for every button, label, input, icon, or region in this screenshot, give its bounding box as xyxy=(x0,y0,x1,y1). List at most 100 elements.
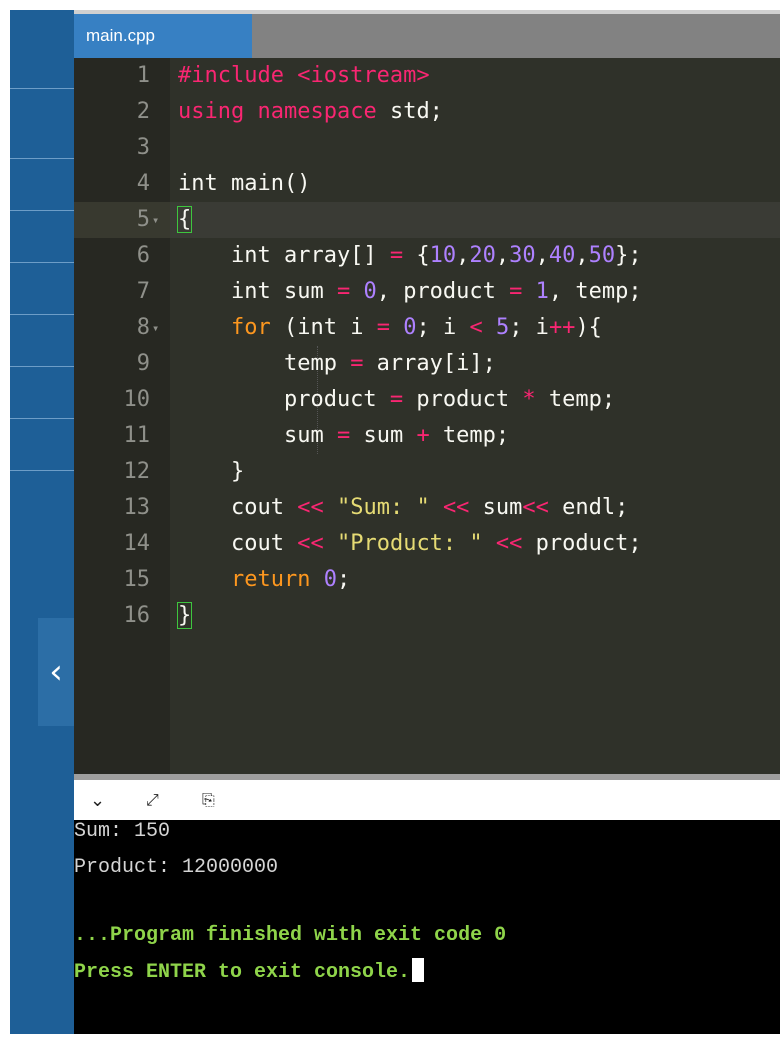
code-token: + xyxy=(416,423,430,448)
code-token: "Sum: " xyxy=(336,495,430,520)
code-line[interactable]: 1 #include <iostream> xyxy=(74,58,780,94)
code-token: return xyxy=(230,567,311,592)
code-token: 0 xyxy=(403,315,417,340)
line-number: 1 xyxy=(136,63,150,88)
code-token: for xyxy=(230,315,271,340)
code-token: << xyxy=(442,495,470,520)
code-token: ){ xyxy=(575,315,602,340)
sidebar-divider xyxy=(10,418,74,419)
code-token: < xyxy=(469,315,483,340)
code-editor[interactable]: 1 #include <iostream> 2 using namespace std… xyxy=(74,58,780,774)
collapse-sidebar-button[interactable]: ‹ xyxy=(38,618,74,726)
code-token: 1 xyxy=(535,279,549,304)
code-token: = xyxy=(336,423,351,448)
code-line[interactable]: 2 using namespace std; xyxy=(74,94,780,130)
code-line[interactable]: 8 ▾ for (int i = 0; i < 5; i++){ xyxy=(74,310,780,346)
code-token: temp; xyxy=(535,387,616,412)
code-text: using namespace std; xyxy=(178,94,443,130)
code-line[interactable]: 4 int main() xyxy=(74,166,780,202)
code-token: (int i xyxy=(270,315,377,340)
console-output-line: Product: 12000000 xyxy=(74,856,279,879)
code-line[interactable]: 7 int sum = 0, product = 1, temp; xyxy=(74,274,780,310)
code-token: sum xyxy=(178,423,337,448)
code-line[interactable]: 11 sum = sum + temp; xyxy=(74,418,780,454)
code-text: product = product * temp; xyxy=(178,382,615,418)
tab-main-cpp[interactable]: main.cpp xyxy=(74,14,252,58)
console-finished-message: ...Program finished with exit code 0 xyxy=(74,924,507,947)
console-output-line: Sum: 150 xyxy=(74,820,171,843)
fold-toggle-icon[interactable]: ▾ xyxy=(152,310,159,346)
sidebar-divider xyxy=(10,366,74,367)
code-token: temp; xyxy=(429,423,510,448)
sidebar-divider xyxy=(10,262,74,263)
code-text: #include <iostream> xyxy=(178,58,430,94)
chevron-left-icon: ‹ xyxy=(49,652,63,692)
fold-toggle-icon[interactable]: ▾ xyxy=(152,202,159,238)
line-number: 9 xyxy=(136,351,150,376)
code-token: = xyxy=(336,279,351,304)
code-token: array[i]; xyxy=(363,351,496,376)
code-line[interactable]: 15 return 0; xyxy=(74,562,780,598)
code-token: int main() xyxy=(178,171,311,196)
code-token: 40 xyxy=(548,243,576,268)
code-text: int array[] = {10,20,30,40,50}; xyxy=(178,238,642,274)
console-toolbar: ⌄ ⤢ ⎘ xyxy=(74,780,780,820)
console-prompt-line: Press ENTER to exit console. xyxy=(74,958,425,984)
code-token: namespace xyxy=(257,99,377,124)
code-line[interactable]: 12 } xyxy=(74,454,780,490)
sidebar-divider xyxy=(10,88,74,89)
code-token: #include <iostream> xyxy=(178,63,430,88)
line-number: 16 xyxy=(123,603,151,628)
copy-icon[interactable]: ⎘ xyxy=(202,790,215,810)
code-line[interactable]: 13 cout << "Sum: " << sum<< endl; xyxy=(74,490,780,526)
code-token: product; xyxy=(522,531,642,556)
code-token: 30 xyxy=(509,243,536,268)
code-line[interactable]: 5 ▾ { xyxy=(74,202,780,238)
code-token: ; xyxy=(336,567,351,592)
line-number: 4 xyxy=(136,171,150,196)
line-number: 12 xyxy=(123,459,151,484)
expand-icon[interactable]: ⤢ xyxy=(146,790,159,810)
code-token: endl; xyxy=(548,495,629,520)
code-token: 5 xyxy=(495,315,510,340)
code-line[interactable]: 6 int array[] = {10,20,30,40,50}; xyxy=(74,238,780,274)
code-token: 50 xyxy=(588,243,616,268)
sidebar-divider xyxy=(10,158,74,159)
code-token: sum xyxy=(469,495,523,520)
output-console[interactable]: Sum: 150 Product: 12000000 ...Program fi… xyxy=(74,820,780,1034)
code-text: } xyxy=(176,598,193,634)
code-token: int array[] xyxy=(178,243,390,268)
code-line[interactable]: 16} xyxy=(74,598,780,634)
sidebar-divider xyxy=(10,314,74,315)
matched-bracket: { xyxy=(176,206,193,233)
line-number: 11 xyxy=(123,423,151,448)
code-line[interactable]: 14 cout << "Product: " << product; xyxy=(74,526,780,562)
code-token: using xyxy=(178,99,245,124)
tab-label: main.cpp xyxy=(86,26,155,45)
text-cursor xyxy=(412,958,425,982)
code-token: ++ xyxy=(548,315,576,340)
code-text: cout << "Product: " << product; xyxy=(178,526,642,562)
code-line[interactable]: 10 product = product * temp; xyxy=(74,382,780,418)
code-token: std; xyxy=(376,99,443,124)
code-text: for (int i = 0; i < 5; i++){ xyxy=(178,310,602,346)
code-token: = xyxy=(389,387,404,412)
code-line[interactable]: 9 temp = array[i]; xyxy=(74,346,780,382)
code-token: ; i xyxy=(509,315,549,340)
code-token: temp xyxy=(178,351,351,376)
code-token: , xyxy=(535,243,549,268)
code-token: = xyxy=(376,315,390,340)
code-token: , xyxy=(575,243,589,268)
chevron-down-icon[interactable]: ⌄ xyxy=(90,790,105,811)
console-prompt: Press ENTER to exit console. xyxy=(74,961,411,984)
code-token: = xyxy=(509,279,523,304)
code-token: sum xyxy=(350,423,417,448)
code-line[interactable]: 3 xyxy=(74,130,780,166)
code-token: , product xyxy=(376,279,510,304)
editor-tab-bar: main.cpp xyxy=(74,14,780,58)
code-token: << xyxy=(297,495,324,520)
